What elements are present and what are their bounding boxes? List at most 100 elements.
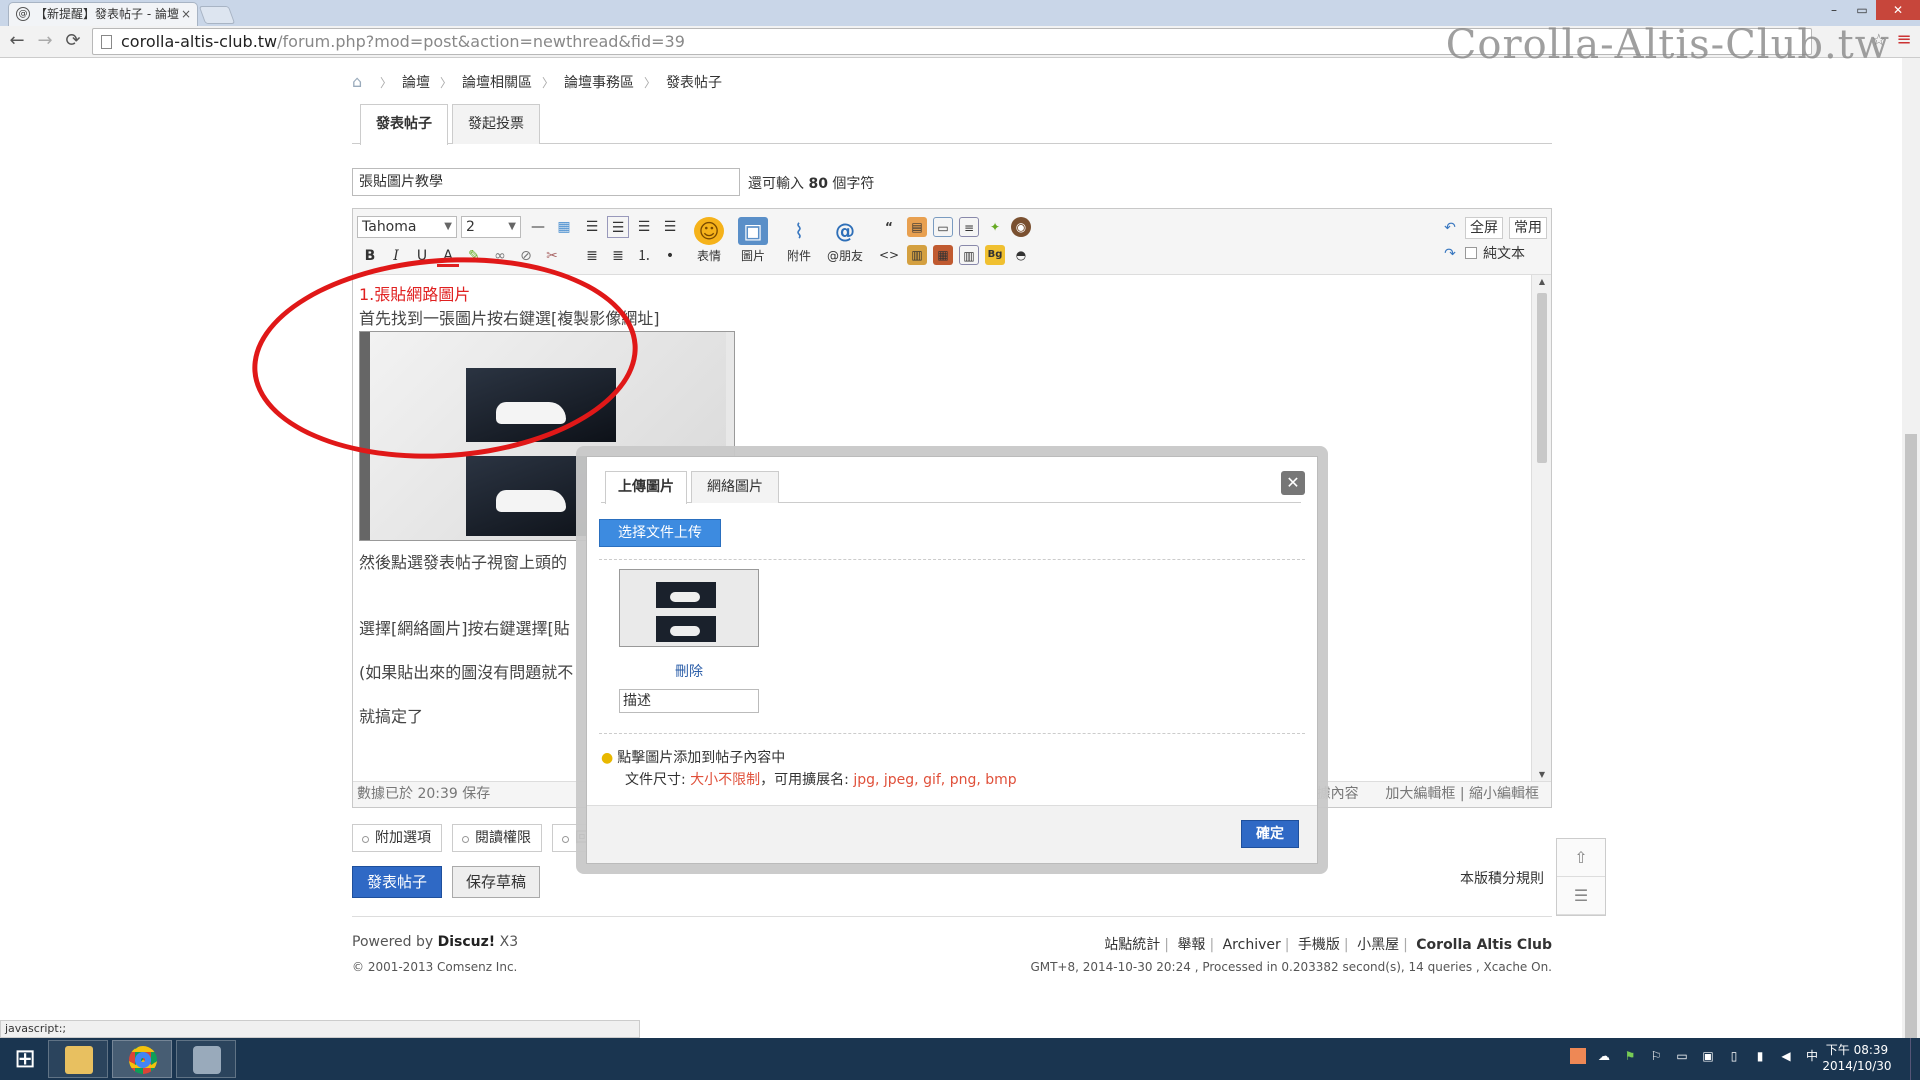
discuz-link[interactable]: Discuz!	[438, 934, 496, 950]
network-tray-icon[interactable]: ⚑	[1622, 1048, 1638, 1064]
chrome-app[interactable]	[112, 1040, 172, 1078]
align-right-icon[interactable]: ☰	[659, 216, 681, 238]
common-button[interactable]: 常用	[1509, 217, 1547, 239]
outdent-icon[interactable]: ≣	[607, 245, 629, 267]
unordered-list-icon[interactable]: •	[659, 245, 681, 267]
phone-icon[interactable]: ▯	[1726, 1048, 1742, 1064]
back-to-top-icon[interactable]: ⇧	[1557, 839, 1605, 877]
background-icon[interactable]: Bg	[985, 245, 1005, 265]
tray-app-icon[interactable]	[1570, 1048, 1586, 1064]
stats-link[interactable]: 站點統計	[1104, 937, 1160, 953]
windows-start-icon[interactable]: ⊞	[8, 1044, 42, 1074]
subject-input[interactable]: 張貼圖片教學	[352, 168, 740, 196]
page-scroll-thumb[interactable]	[1905, 434, 1917, 1054]
undo-icon[interactable]: ↶	[1439, 217, 1461, 239]
minimize-button[interactable]: –	[1820, 0, 1848, 20]
confirm-button[interactable]: 確定	[1241, 820, 1299, 848]
new-tab-button[interactable]	[198, 6, 236, 24]
list-icon[interactable]: ☰	[1557, 877, 1605, 915]
show-desktop-button[interactable]	[1910, 1038, 1920, 1080]
code-icon[interactable]: <>	[879, 245, 899, 265]
italic-button[interactable]: I	[385, 245, 407, 267]
battery-icon[interactable]: ▭	[1674, 1048, 1690, 1064]
attachment-button[interactable]: ⌇ 附件	[779, 217, 819, 264]
table-icon[interactable]: ▦	[553, 216, 575, 238]
background-color-icon[interactable]: ✎	[463, 245, 485, 267]
hide-icon[interactable]: ▤	[907, 217, 927, 237]
site-name-link[interactable]: Corolla Altis Club	[1416, 937, 1552, 953]
page-break-icon[interactable]: ≡	[959, 217, 979, 237]
scroll-up-icon[interactable]: ▲	[1532, 277, 1552, 286]
tab-new-poll[interactable]: 發起投票	[452, 104, 540, 144]
save-draft-button[interactable]: 保存草稿	[452, 866, 540, 898]
horizontal-rule-icon[interactable]: —	[527, 216, 549, 238]
delete-image-link[interactable]: 刪除	[619, 661, 759, 681]
quote-icon[interactable]: “	[879, 217, 899, 237]
post-thread-button[interactable]: 發表帖子	[352, 866, 442, 898]
choose-file-upload-button[interactable]: 选择文件上传	[599, 519, 721, 547]
qq-icon[interactable]: ◓	[1011, 245, 1031, 265]
image-button[interactable]: ▣ 圖片	[733, 217, 773, 264]
columns-icon[interactable]: ▥	[959, 245, 979, 265]
plaintext-checkbox[interactable]	[1465, 247, 1477, 259]
align-center-icon[interactable]: ☰	[633, 216, 655, 238]
page-scrollbar[interactable]	[1902, 58, 1920, 1054]
flash-icon[interactable]: ▭	[933, 217, 953, 237]
clear-format-icon[interactable]: ✂	[541, 245, 563, 267]
free-icon[interactable]: ✦	[985, 217, 1005, 237]
ime-indicator[interactable]: 中	[1804, 1048, 1820, 1064]
image-description-input[interactable]: 描述	[619, 689, 759, 713]
music-icon[interactable]: ◉	[1011, 217, 1031, 237]
blacklist-link[interactable]: 小黑屋	[1357, 937, 1399, 953]
browser-tab[interactable]: @ 【新提醒】發表帖子 - 論壇 ×	[8, 2, 198, 26]
font-size-select[interactable]: 2 ▼	[461, 216, 521, 238]
signal-icon[interactable]: ▮	[1752, 1048, 1768, 1064]
shrink-editor-link[interactable]: 縮小編輯框	[1469, 786, 1539, 802]
maximize-button[interactable]: ▭	[1848, 0, 1876, 20]
extra-options-button[interactable]: 附加選項	[352, 824, 442, 852]
dialog-close-icon[interactable]: ✕	[1281, 471, 1305, 495]
archiver-link[interactable]: Archiver	[1223, 937, 1281, 953]
indent-icon[interactable]: ≣	[581, 245, 603, 267]
report-link[interactable]: 舉報	[1177, 937, 1205, 953]
breadcrumb-forum[interactable]: 論壇	[402, 72, 430, 92]
read-permission-button[interactable]: 閱讀權限	[452, 824, 542, 852]
unlink-icon[interactable]: ⊘	[515, 245, 537, 267]
tab-network-image[interactable]: 網絡圖片	[691, 471, 779, 503]
mobile-link[interactable]: 手機版	[1298, 937, 1340, 953]
align-justify-icon[interactable]: ☰	[607, 216, 629, 238]
uploaded-image-thumbnail[interactable]	[619, 569, 759, 647]
ordered-list-icon[interactable]: ⒈	[633, 245, 655, 267]
emoticon-button[interactable]: ☺ 表情	[689, 217, 729, 264]
scroll-down-icon[interactable]: ▼	[1532, 770, 1552, 779]
device-icon[interactable]: ▣	[1700, 1048, 1716, 1064]
link-icon[interactable]: ∞	[489, 245, 511, 267]
align-left-icon[interactable]: ☰	[581, 216, 603, 238]
enlarge-editor-link[interactable]: 加大編輯框	[1385, 786, 1455, 802]
system-clock[interactable]: 下午 08:39 2014/10/30	[1822, 1042, 1892, 1074]
font-color-button[interactable]: A	[437, 245, 459, 267]
lock-icon[interactable]: ▥	[907, 245, 927, 265]
mention-button[interactable]: @ @朋友	[825, 217, 865, 264]
breadcrumb-forum-related[interactable]: 論壇相關區	[462, 72, 532, 92]
breadcrumb-forum-affairs[interactable]: 論壇事務區	[564, 72, 634, 92]
cloud-icon[interactable]: ☁	[1596, 1048, 1612, 1064]
volume-icon[interactable]: ◀	[1778, 1048, 1794, 1064]
reload-icon[interactable]: ⟳	[62, 30, 84, 52]
underline-button[interactable]: U	[411, 245, 433, 267]
bold-button[interactable]: B	[359, 245, 381, 267]
forward-icon[interactable]: →	[34, 30, 56, 52]
file-explorer-app[interactable]	[48, 1040, 108, 1078]
fullscreen-button[interactable]: 全屏	[1465, 217, 1503, 239]
tab-new-thread[interactable]: 發表帖子	[360, 104, 448, 145]
tab-close-icon[interactable]: ×	[181, 3, 191, 25]
media-icon[interactable]: ▦	[933, 245, 953, 265]
home-icon[interactable]: ⌂	[352, 74, 370, 90]
font-select[interactable]: Tahoma ▼	[357, 216, 457, 238]
flag-icon[interactable]: ⚐	[1648, 1048, 1664, 1064]
credit-rules-link[interactable]: 本版積分規則	[1460, 868, 1544, 888]
chrome-menu-icon[interactable]: ≡	[1894, 30, 1914, 50]
tab-upload-image[interactable]: 上傳圖片	[605, 471, 687, 504]
editor-scrollbar[interactable]: ▲ ▼	[1531, 275, 1551, 781]
close-window-button[interactable]: ✕	[1876, 0, 1920, 20]
